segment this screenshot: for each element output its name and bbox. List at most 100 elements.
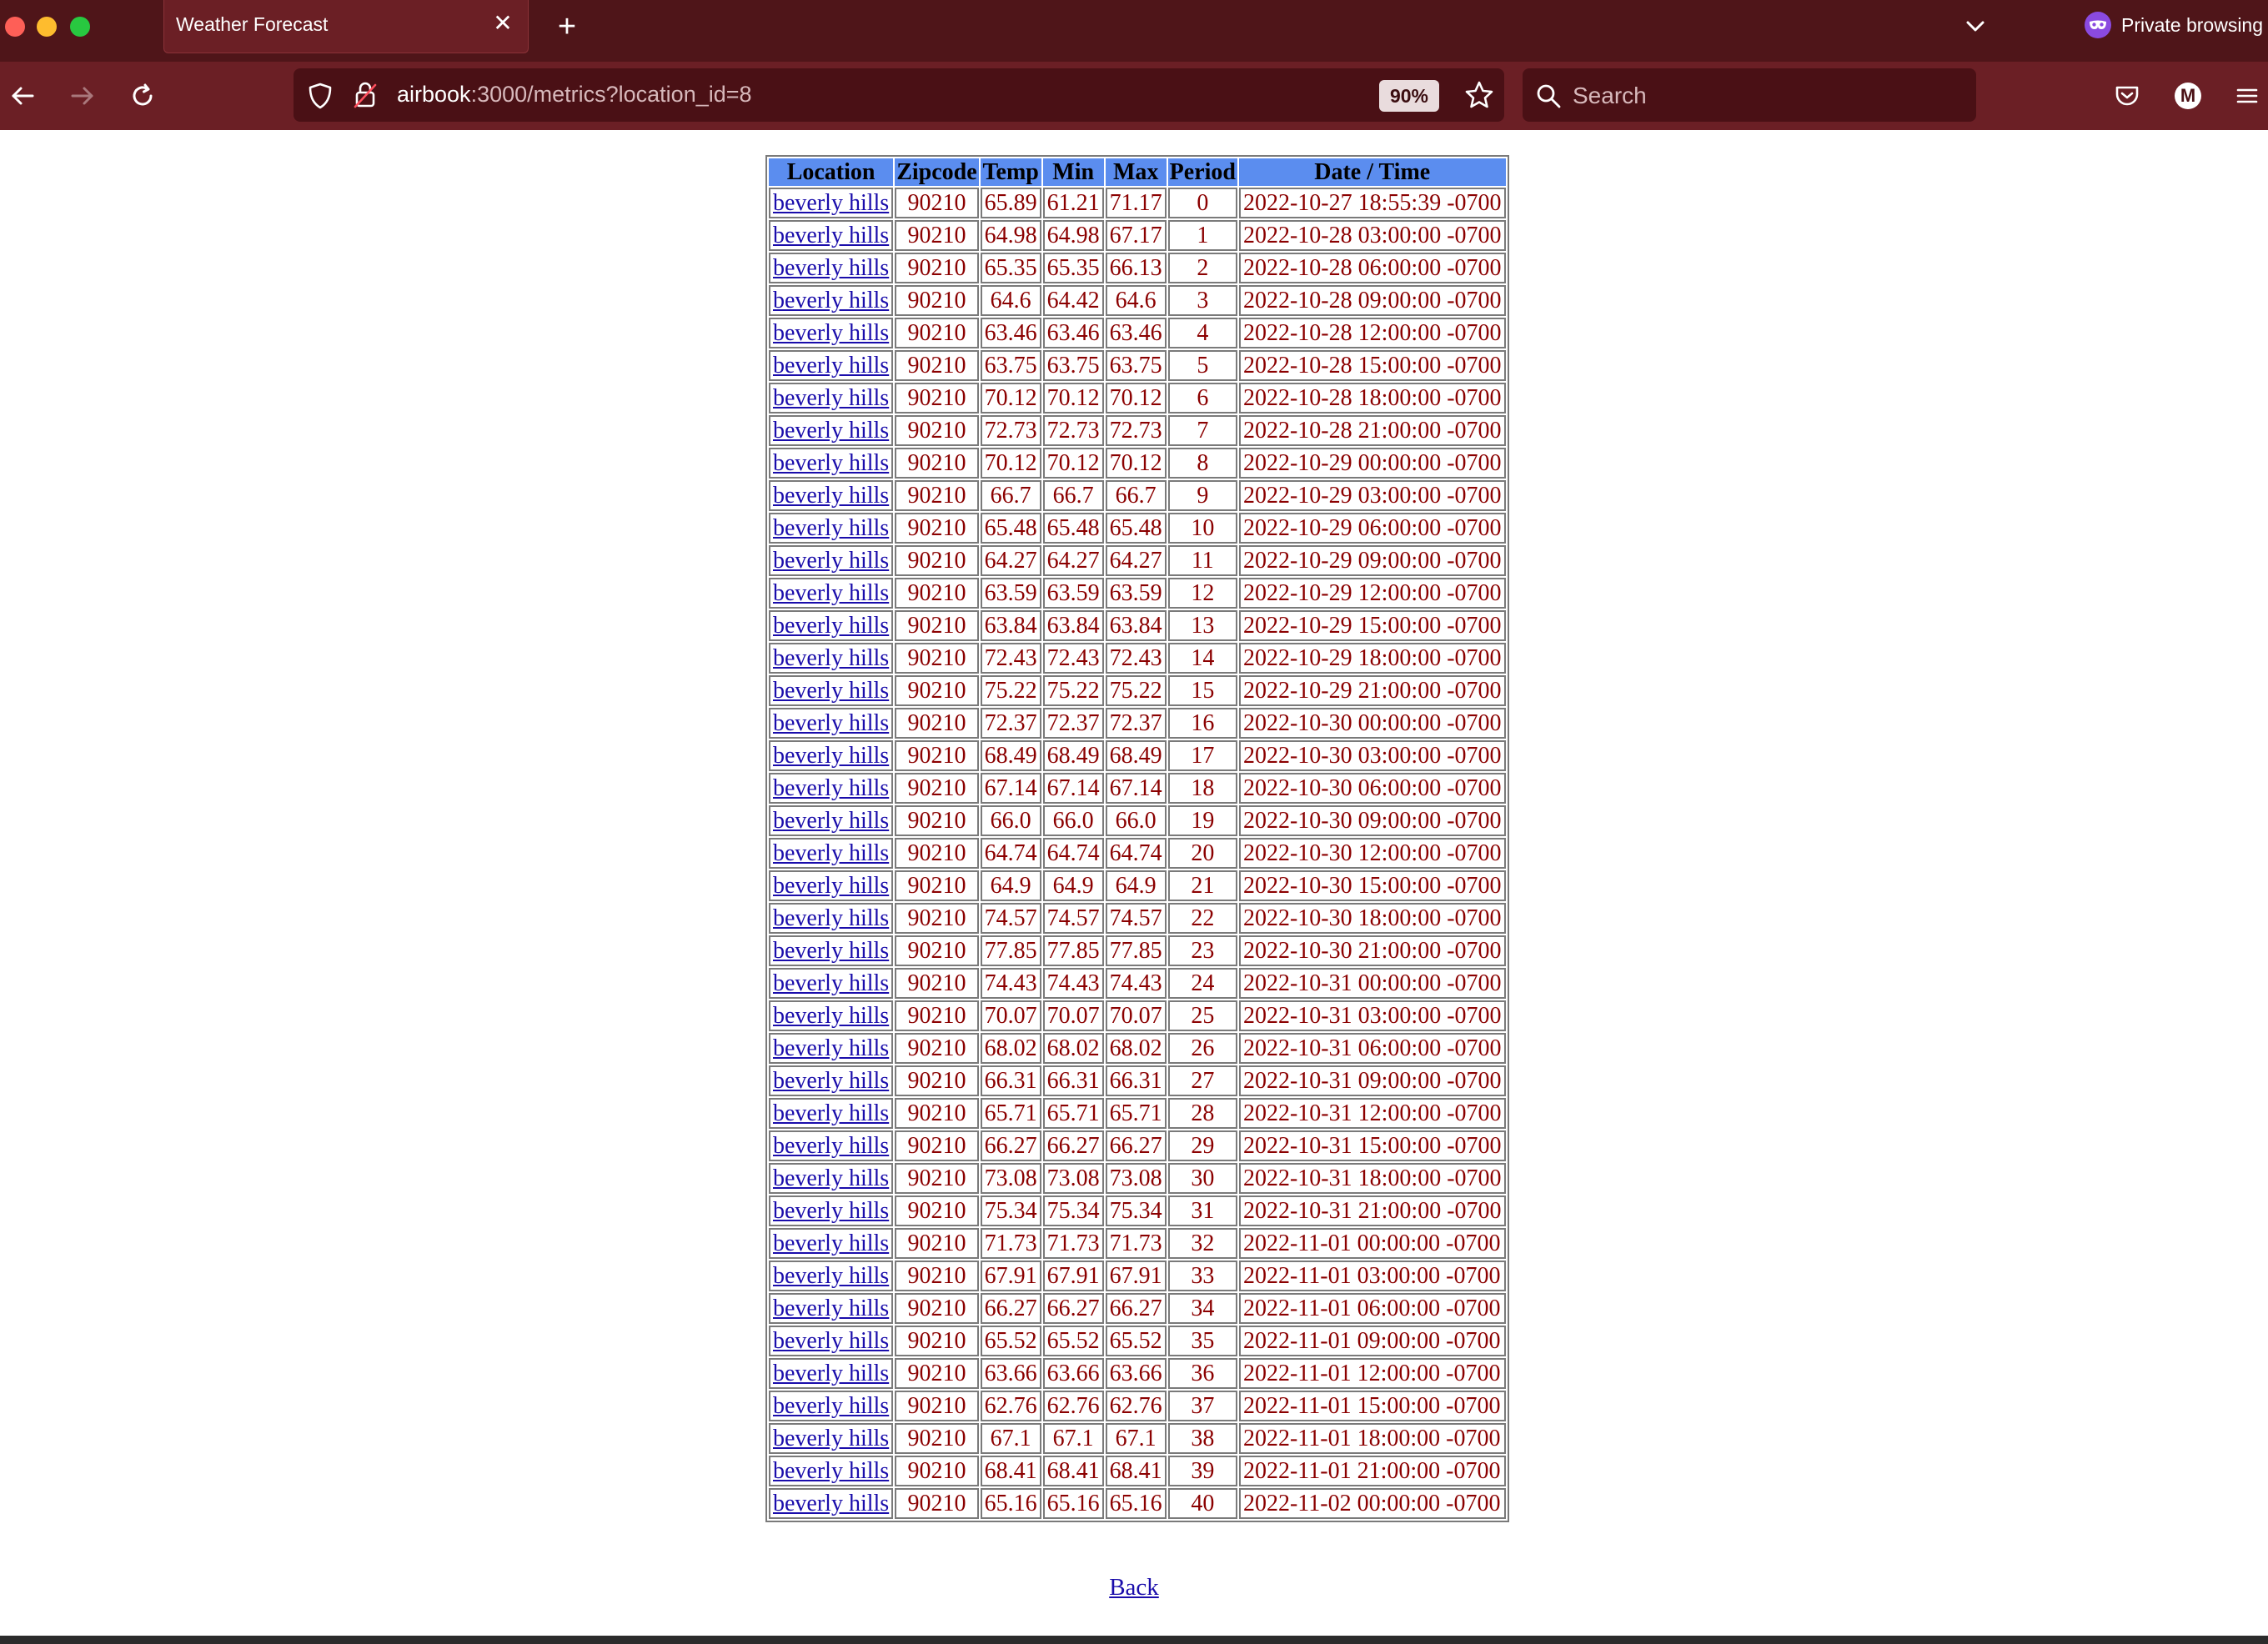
- zoom-level-badge[interactable]: 90%: [1379, 80, 1439, 112]
- table-row: beverly hills 90210 65.16 65.16 65.16 40 2022-…: [769, 1488, 1506, 1519]
- pocket-button[interactable]: [2106, 75, 2148, 117]
- location-link[interactable]: beverly hills: [773, 255, 889, 281]
- reload-button[interactable]: [122, 75, 163, 117]
- lock-icon[interactable]: [352, 80, 379, 110]
- location-link[interactable]: beverly hills: [773, 710, 889, 736]
- cell-zipcode: 90210: [895, 1391, 979, 1421]
- cell-date-time: 2022-10-31 12:00:00 -0700: [1238, 1098, 1506, 1129]
- location-link[interactable]: beverly hills: [773, 1296, 889, 1321]
- url-path: :3000/metrics?location_id=8: [470, 82, 752, 107]
- tab-weather-forecast[interactable]: Weather Forecast ✕: [163, 0, 529, 53]
- location-link[interactable]: beverly hills: [773, 808, 889, 834]
- cell-date-time: 2022-10-31 06:00:00 -0700: [1238, 1033, 1506, 1064]
- cell-period: 39: [1167, 1456, 1237, 1486]
- cell-location: beverly hills: [769, 675, 894, 706]
- tab-close-icon[interactable]: ✕: [489, 10, 516, 37]
- table-row: beverly hills 90210 64.27 64.27 64.27 11 2022-…: [769, 545, 1506, 576]
- cell-min: 63.66: [1042, 1358, 1104, 1389]
- cell-location: beverly hills: [769, 253, 894, 283]
- column-header-zipcode: Zipcode: [895, 158, 979, 186]
- location-link[interactable]: beverly hills: [773, 1100, 889, 1126]
- location-link[interactable]: beverly hills: [773, 483, 889, 509]
- location-link[interactable]: beverly hills: [773, 613, 889, 639]
- location-link[interactable]: beverly hills: [773, 418, 889, 444]
- location-link[interactable]: beverly hills: [773, 223, 889, 248]
- cell-temp: 70.07: [980, 1000, 1041, 1031]
- account-button[interactable]: M: [2167, 75, 2209, 117]
- cell-date-time: 2022-10-30 03:00:00 -0700: [1238, 740, 1506, 771]
- location-link[interactable]: beverly hills: [773, 1393, 889, 1419]
- location-link[interactable]: beverly hills: [773, 1230, 889, 1256]
- location-link[interactable]: beverly hills: [773, 678, 889, 704]
- location-link[interactable]: beverly hills: [773, 840, 889, 866]
- minimize-window-button[interactable]: [37, 17, 57, 37]
- url-text[interactable]: airbook:3000/metrics?location_id=8: [397, 82, 752, 108]
- cell-temp: 75.34: [980, 1195, 1041, 1226]
- location-link[interactable]: beverly hills: [773, 580, 889, 606]
- cell-zipcode: 90210: [895, 838, 979, 869]
- location-link[interactable]: beverly hills: [773, 1035, 889, 1061]
- cell-zipcode: 90210: [895, 675, 979, 706]
- cell-zipcode: 90210: [895, 545, 979, 576]
- location-link[interactable]: beverly hills: [773, 1068, 889, 1094]
- shield-icon[interactable]: [307, 82, 334, 110]
- table-row: beverly hills 90210 66.27 66.27 66.27 29 2022-…: [769, 1130, 1506, 1161]
- location-link[interactable]: beverly hills: [773, 288, 889, 313]
- location-link[interactable]: beverly hills: [773, 1426, 889, 1451]
- location-link[interactable]: beverly hills: [773, 1361, 889, 1386]
- location-link[interactable]: beverly hills: [773, 1263, 889, 1289]
- cell-max: 71.17: [1105, 188, 1167, 218]
- new-tab-button[interactable]: +: [550, 10, 584, 43]
- location-link[interactable]: beverly hills: [773, 1458, 889, 1484]
- cell-period: 33: [1167, 1261, 1237, 1291]
- table-row: beverly hills 90210 75.34 75.34 75.34 31 2022-…: [769, 1195, 1506, 1226]
- cell-min: 66.27: [1042, 1130, 1104, 1161]
- location-link[interactable]: beverly hills: [773, 743, 889, 769]
- cell-zipcode: 90210: [895, 1423, 979, 1454]
- cell-location: beverly hills: [769, 285, 894, 316]
- back-button[interactable]: [2, 75, 43, 117]
- zoom-window-button[interactable]: [70, 17, 90, 37]
- back-link[interactable]: Back: [1109, 1574, 1159, 1601]
- location-link[interactable]: beverly hills: [773, 1165, 889, 1191]
- location-link[interactable]: beverly hills: [773, 1328, 889, 1354]
- cell-date-time: 2022-10-29 06:00:00 -0700: [1238, 513, 1506, 544]
- cell-location: beverly hills: [769, 1195, 894, 1226]
- table-row: beverly hills 90210 67.14 67.14 67.14 18 2022-…: [769, 773, 1506, 804]
- location-link[interactable]: beverly hills: [773, 970, 889, 996]
- location-link[interactable]: beverly hills: [773, 548, 889, 574]
- list-all-tabs-button[interactable]: [1958, 10, 1993, 43]
- location-link[interactable]: beverly hills: [773, 905, 889, 931]
- forward-button[interactable]: [62, 75, 103, 117]
- cell-temp: 64.27: [980, 545, 1041, 576]
- table-row: beverly hills 90210 65.71 65.71 65.71 28 2022-…: [769, 1098, 1506, 1129]
- cell-date-time: 2022-10-30 09:00:00 -0700: [1238, 805, 1506, 836]
- application-menu-button[interactable]: [2226, 75, 2268, 117]
- location-link[interactable]: beverly hills: [773, 1133, 889, 1159]
- location-link[interactable]: beverly hills: [773, 515, 889, 541]
- cell-min: 71.73: [1042, 1228, 1104, 1259]
- search-bar[interactable]: Search: [1523, 68, 1976, 122]
- location-link[interactable]: beverly hills: [773, 1491, 889, 1516]
- location-link[interactable]: beverly hills: [773, 938, 889, 964]
- cell-min: 66.31: [1042, 1065, 1104, 1096]
- cell-period: 32: [1167, 1228, 1237, 1259]
- star-icon[interactable]: [1464, 80, 1494, 110]
- cell-temp: 67.91: [980, 1261, 1041, 1291]
- location-link[interactable]: beverly hills: [773, 450, 889, 476]
- location-link[interactable]: beverly hills: [773, 1198, 889, 1224]
- cell-period: 38: [1167, 1423, 1237, 1454]
- location-link[interactable]: beverly hills: [773, 190, 889, 216]
- location-link[interactable]: beverly hills: [773, 775, 889, 801]
- location-link[interactable]: beverly hills: [773, 1003, 889, 1029]
- location-link[interactable]: beverly hills: [773, 353, 889, 378]
- location-link[interactable]: beverly hills: [773, 385, 889, 411]
- cell-min: 74.57: [1042, 903, 1104, 934]
- location-link[interactable]: beverly hills: [773, 320, 889, 346]
- cell-max: 67.17: [1105, 220, 1167, 251]
- location-link[interactable]: beverly hills: [773, 873, 889, 899]
- cell-min: 67.1: [1042, 1423, 1104, 1454]
- close-window-button[interactable]: [5, 17, 25, 37]
- location-link[interactable]: beverly hills: [773, 645, 889, 671]
- address-bar[interactable]: airbook:3000/metrics?location_id=8 90%: [294, 68, 1504, 122]
